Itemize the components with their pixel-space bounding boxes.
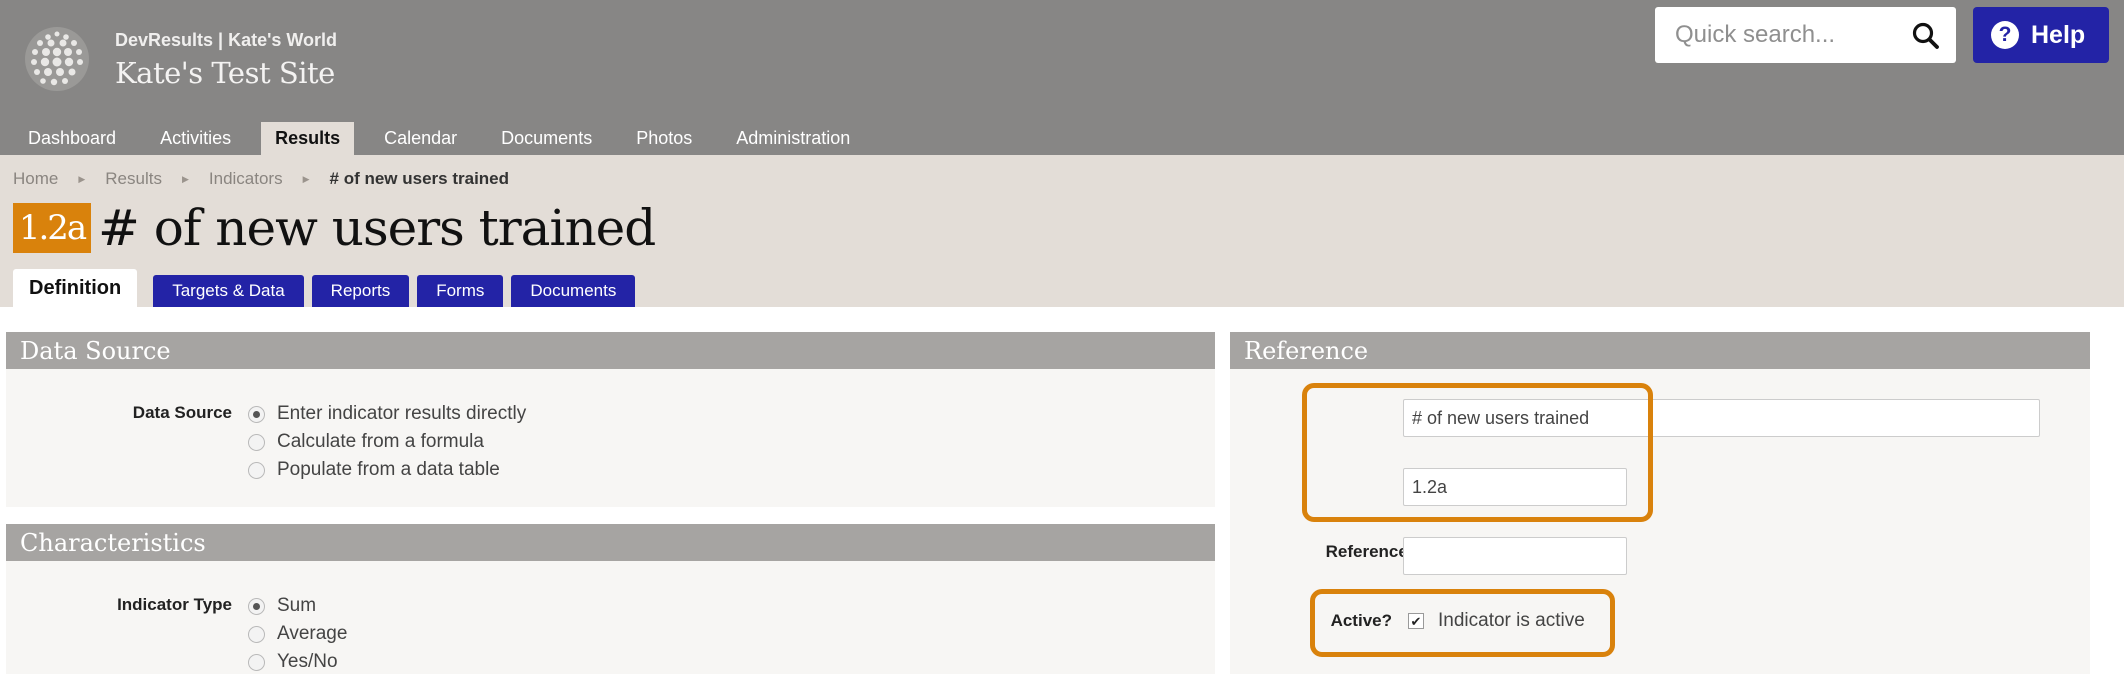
breadcrumb-separator-icon: ▶ — [78, 173, 86, 184]
nav-item-documents[interactable]: Documents — [487, 122, 606, 155]
data-source-heading: Data Source — [6, 332, 1215, 369]
nav-item-activities[interactable]: Activities — [146, 122, 245, 155]
highlight-active — [1310, 589, 1615, 657]
breadcrumb-separator-icon: ▶ — [302, 173, 310, 184]
reference-number-input[interactable] — [1403, 537, 1627, 575]
indicator-type-option-yes-no[interactable]: Yes/No — [248, 651, 338, 673]
app-header: DevResults | Kate's World Kate's Test Si… — [0, 0, 2124, 155]
highlight-name-code — [1302, 383, 1653, 522]
main-nav: Dashboard Activities Results Calendar Do… — [14, 122, 880, 155]
tab-reports[interactable]: Reports — [311, 275, 410, 307]
tab-targets-data[interactable]: Targets & Data — [153, 275, 304, 307]
radio-label: Enter indicator results directly — [277, 403, 527, 424]
indicator-type-label: Indicator Type — [117, 595, 232, 614]
data-source-panel: Data Source Data Source Enter indicator … — [6, 332, 1215, 507]
search-icon[interactable] — [1911, 21, 1941, 51]
characteristics-heading: Characteristics — [6, 524, 1215, 561]
indicator-code-badge: 1.2a — [13, 203, 91, 253]
indicator-type-option-sum[interactable]: Sum — [248, 595, 316, 617]
breadcrumb-separator-icon: ▶ — [181, 173, 189, 184]
radio-unchecked-icon[interactable] — [248, 625, 265, 643]
help-button-label: Help — [2031, 20, 2086, 49]
radio-unchecked-icon[interactable] — [248, 433, 265, 451]
page-title-area: Home ▶ Results ▶ Indicators ▶ # of new u… — [0, 155, 2124, 307]
tab-definition[interactable]: Definition — [13, 269, 138, 307]
radio-label: Calculate from a formula — [277, 431, 484, 452]
nav-item-dashboard[interactable]: Dashboard — [14, 122, 130, 155]
help-button[interactable]: ? Help — [1973, 7, 2109, 63]
data-source-option-formula[interactable]: Calculate from a formula — [248, 431, 484, 453]
page-title: # of new users trained — [98, 199, 656, 257]
nav-item-photos[interactable]: Photos — [622, 122, 706, 155]
reference-heading: Reference — [1230, 332, 2090, 369]
radio-checked-icon[interactable] — [248, 405, 265, 423]
breadcrumb: Home ▶ Results ▶ Indicators ▶ # of new u… — [13, 169, 509, 189]
breadcrumb-indicators[interactable]: Indicators — [209, 169, 283, 189]
help-question-icon: ? — [1991, 21, 2019, 49]
radio-unchecked-icon[interactable] — [248, 461, 265, 479]
tab-documents[interactable]: Documents — [511, 275, 636, 307]
data-source-label: Data Source — [132, 403, 232, 422]
breadcrumb-home[interactable]: Home — [13, 169, 58, 189]
data-source-option-table[interactable]: Populate from a data table — [248, 459, 500, 481]
indicator-type-option-average[interactable]: Average — [248, 623, 347, 645]
devresults-logo-icon[interactable] — [24, 26, 90, 92]
breadcrumb-current: # of new users trained — [329, 169, 510, 188]
radio-unchecked-icon[interactable] — [248, 653, 265, 671]
characteristics-panel: Characteristics Indicator Type Sum Avera… — [6, 524, 1215, 674]
data-source-option-direct[interactable]: Enter indicator results directly — [248, 403, 526, 425]
indicator-tabs: Definition Targets & Data Reports Forms … — [13, 269, 643, 307]
reference-number-label: Reference # — [1325, 542, 1422, 561]
tab-forms[interactable]: Forms — [417, 275, 504, 307]
radio-label: Yes/No — [277, 651, 338, 672]
radio-checked-icon[interactable] — [248, 597, 265, 615]
radio-label: Populate from a data table — [277, 459, 500, 480]
nav-item-results[interactable]: Results — [261, 122, 355, 155]
quick-search-input[interactable] — [1675, 15, 1915, 55]
site-name: Kate's Test Site — [115, 56, 335, 90]
organization-name: DevResults | Kate's World — [115, 30, 338, 50]
quick-search-box — [1655, 7, 1956, 63]
nav-item-administration[interactable]: Administration — [722, 122, 864, 155]
radio-label: Sum — [277, 595, 317, 616]
nav-item-calendar[interactable]: Calendar — [370, 122, 471, 155]
radio-label: Average — [277, 623, 348, 644]
breadcrumb-results[interactable]: Results — [105, 169, 162, 189]
